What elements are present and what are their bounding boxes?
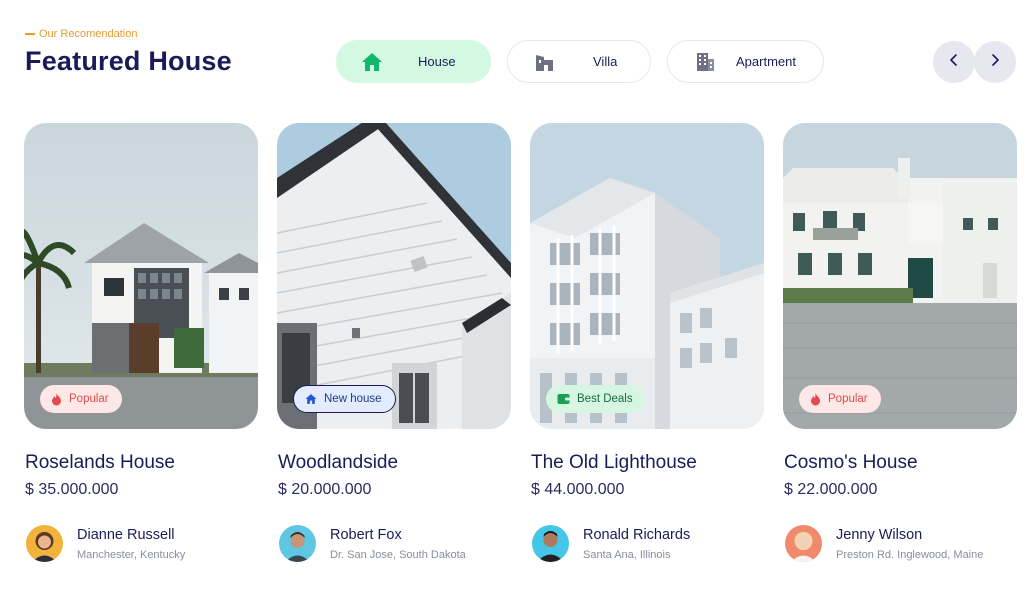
badge-label: New house: [324, 393, 382, 405]
tab-house-label: House: [418, 54, 456, 69]
agent-name: Robert Fox: [330, 527, 402, 543]
agent-details: Jenny Wilson Preston Rd. Inglewood, Main…: [836, 527, 983, 561]
eyebrow-dash: [25, 33, 35, 35]
tab-villa[interactable]: Villa: [507, 40, 651, 83]
house-price: $ 44.000.000: [531, 481, 625, 498]
house-name[interactable]: Cosmo's House: [784, 452, 918, 474]
house-card[interactable]: Best Deals The Old Lighthouse $ 44.000.0…: [530, 123, 764, 562]
section-title: Featured House: [25, 46, 232, 76]
tab-house[interactable]: House: [336, 40, 491, 83]
apartment-icon: [694, 51, 716, 73]
avatar: [26, 525, 63, 562]
house-photo[interactable]: Popular: [24, 123, 258, 429]
badge-label: Popular: [69, 393, 109, 405]
status-badge: Popular: [799, 385, 881, 413]
status-badge: New house: [293, 385, 396, 413]
avatar: [279, 525, 316, 562]
badge-label: Best Deals: [577, 393, 633, 405]
house-card[interactable]: Popular Cosmo's House $ 22.000.000 Jenny…: [783, 123, 1017, 562]
agent-name: Dianne Russell: [77, 527, 175, 543]
agent-name: Ronald Richards: [583, 527, 691, 543]
house-name[interactable]: Roselands House: [25, 452, 175, 474]
category-tabs: House Villa Apartment: [336, 40, 824, 83]
agent-name: Jenny Wilson: [836, 527, 923, 543]
agent-details: Ronald Richards Santa Ana, Illinois: [583, 527, 690, 561]
eyebrow-text: Our Recomendation: [39, 28, 138, 40]
previous-button[interactable]: [933, 41, 975, 83]
agent-location: Preston Rd. Inglewood, Maine: [836, 549, 984, 561]
agent-details: Robert Fox Dr. San Jose, South Dakota: [330, 527, 466, 561]
home-icon: [361, 51, 383, 73]
avatar: [532, 525, 569, 562]
home-icon: [305, 393, 317, 405]
agent-location: Manchester, Kentucky: [77, 549, 186, 561]
tab-villa-label: Villa: [593, 54, 618, 69]
fire-icon: [51, 392, 62, 406]
agent-location: Dr. San Jose, South Dakota: [330, 549, 466, 561]
tab-apartment-label: Apartment: [736, 54, 796, 69]
house-photo[interactable]: New house: [277, 123, 511, 429]
house-name[interactable]: The Old Lighthouse: [531, 452, 697, 474]
house-card[interactable]: New house Woodlandside $ 20.000.000 Robe…: [277, 123, 511, 562]
next-button[interactable]: [974, 41, 1016, 83]
house-price: $ 35.000.000: [25, 481, 119, 498]
tab-apartment[interactable]: Apartment: [667, 40, 824, 83]
villa-icon: [534, 51, 556, 73]
chevron-left-icon: [947, 53, 961, 72]
avatar: [785, 525, 822, 562]
agent-location: Santa Ana, Illinois: [583, 549, 671, 561]
fire-icon: [810, 392, 821, 406]
status-badge: Popular: [40, 385, 122, 413]
house-price: $ 22.000.000: [784, 481, 878, 498]
badge-label: Popular: [828, 393, 868, 405]
house-price: $ 20.000.000: [278, 481, 372, 498]
agent-info[interactable]: Dianne Russell Manchester, Kentucky: [26, 525, 185, 562]
house-photo[interactable]: Popular: [783, 123, 1017, 429]
agent-details: Dianne Russell Manchester, Kentucky: [77, 527, 185, 561]
chevron-right-icon: [988, 53, 1002, 72]
agent-info[interactable]: Ronald Richards Santa Ana, Illinois: [532, 525, 690, 562]
house-photo[interactable]: Best Deals: [530, 123, 764, 429]
section-eyebrow: Our Recomendation: [25, 28, 137, 40]
agent-info[interactable]: Robert Fox Dr. San Jose, South Dakota: [279, 525, 466, 562]
status-badge: Best Deals: [546, 385, 646, 413]
wallet-icon: [557, 393, 570, 405]
house-card[interactable]: Popular Roselands House $ 35.000.000 Dia…: [24, 123, 258, 562]
house-name[interactable]: Woodlandside: [278, 452, 398, 474]
agent-info[interactable]: Jenny Wilson Preston Rd. Inglewood, Main…: [785, 525, 983, 562]
